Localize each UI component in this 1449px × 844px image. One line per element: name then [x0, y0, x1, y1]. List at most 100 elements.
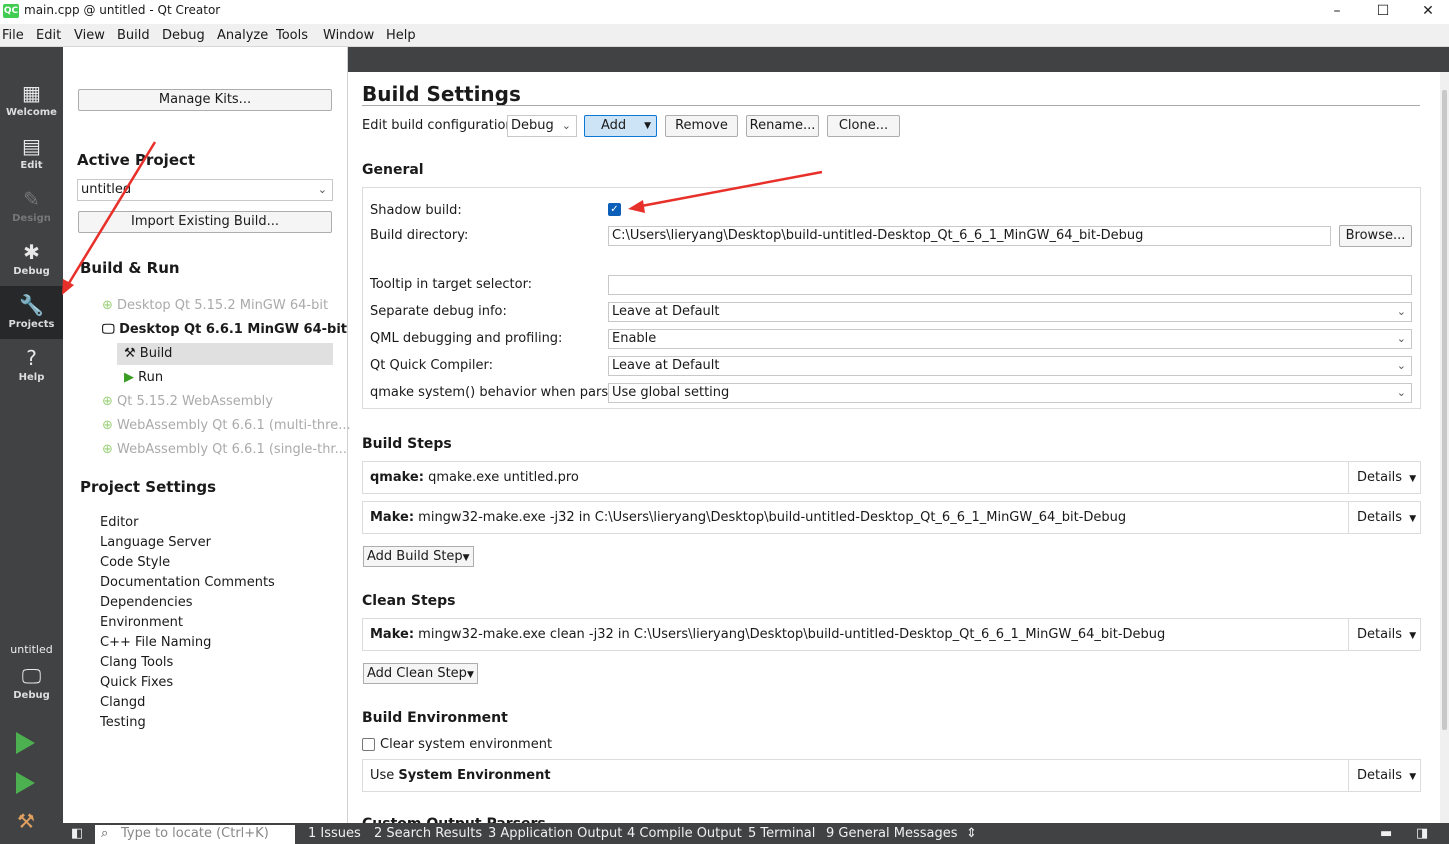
mode-help[interactable]: ? Help	[0, 339, 63, 392]
pane-compile-output[interactable]: 4 Compile Output	[627, 826, 742, 841]
dropdown-arrow-icon: ▼	[462, 553, 470, 563]
debug-run-icon[interactable]	[16, 772, 35, 794]
env-details-button[interactable]: Details ▼	[1348, 760, 1420, 791]
settings-item-quick-fixes[interactable]: Quick Fixes	[100, 675, 173, 690]
rename-config-button[interactable]: Rename...	[746, 115, 819, 137]
use-env-row[interactable]: Use System Environment Details ▼	[362, 759, 1421, 792]
add-clean-step-button[interactable]: Add Clean Step▼	[363, 663, 478, 684]
mode-design[interactable]: ✎ Design	[0, 180, 63, 233]
add-clean-step-label: Add Clean Step	[367, 666, 467, 681]
dropdown-arrow-icon: ▼	[644, 121, 651, 131]
active-project-combo[interactable]: untitled ⌄	[77, 179, 333, 201]
pane-search-results[interactable]: 2 Search Results	[374, 826, 482, 841]
clean-step-details-button[interactable]: Details ▼	[1348, 619, 1420, 650]
manage-kits-button[interactable]: Manage Kits...	[78, 89, 332, 111]
pane-general-messages[interactable]: 9 General Messages	[826, 826, 958, 841]
settings-item-editor[interactable]: Editor	[100, 515, 138, 530]
build-steps-heading: Build Steps	[362, 436, 452, 452]
kit-build-item[interactable]: ⚒ Build	[124, 346, 172, 361]
remove-config-button[interactable]: Remove	[665, 115, 738, 137]
add-config-button[interactable]: Add ▼	[584, 115, 657, 137]
toggle-right-sidebar-icon[interactable]: ◨	[1416, 826, 1428, 841]
clean-step-row[interactable]: Make: mingw32-make.exe clean -j32 in C:\…	[362, 618, 1421, 651]
kit-selector[interactable]: 🖵 Debug	[0, 657, 63, 710]
menu-window[interactable]: Window	[323, 28, 374, 43]
quick-compiler-combo[interactable]: Leave at Default ⌄	[608, 356, 1412, 376]
mode-design-label: Design	[12, 213, 51, 224]
settings-item-language-server[interactable]: Language Server	[100, 535, 211, 550]
locator-input[interactable]: ⌕ Type to locate (Ctrl+K)	[95, 825, 295, 844]
tooltip-selector-field[interactable]	[608, 275, 1412, 295]
scrollbar-thumb[interactable]	[1442, 90, 1447, 730]
build-hammer-icon[interactable]: ⚒	[14, 809, 38, 833]
settings-item-code-style[interactable]: Code Style	[100, 555, 170, 570]
menu-debug[interactable]: Debug	[162, 28, 205, 43]
menu-edit[interactable]: Edit	[36, 28, 61, 43]
kit-item[interactable]: ⊕ WebAssembly Qt 6.6.1 (single-thr...	[102, 442, 347, 457]
kit-item[interactable]: ⊕ Desktop Qt 5.15.2 MinGW 64-bit	[102, 298, 328, 313]
separate-debug-combo[interactable]: Leave at Default ⌄	[608, 302, 1412, 322]
menu-tools[interactable]: Tools	[276, 28, 308, 43]
use-env-prefix: Use	[370, 768, 399, 783]
menu-view[interactable]: View	[74, 28, 105, 43]
mode-debug[interactable]: ✱ Debug	[0, 233, 63, 286]
shadow-build-checkbox[interactable]: ✓	[608, 203, 621, 216]
kit-item[interactable]: ⊕ WebAssembly Qt 6.6.1 (multi-thre...	[102, 418, 351, 433]
title-divider	[362, 105, 1420, 106]
mode-edit[interactable]: ▤ Edit	[0, 127, 63, 180]
question-icon: ?	[26, 346, 37, 370]
edit-build-config-label: Edit build configuration:	[362, 118, 519, 133]
build-config-combo[interactable]: Debug ⌄	[507, 115, 577, 137]
pane-terminal[interactable]: 5 Terminal	[748, 826, 815, 841]
settings-item-environment[interactable]: Environment	[100, 615, 183, 630]
active-project-heading: Active Project	[77, 151, 196, 169]
settings-item-clang-tools[interactable]: Clang Tools	[100, 655, 173, 670]
kit-run-item[interactable]: ▶ Run	[124, 370, 163, 385]
pane-application-output[interactable]: 3 Application Output	[488, 826, 622, 841]
build-directory-field[interactable]: C:\Users\lieryang\Desktop\build-untitled…	[608, 226, 1331, 246]
add-build-step-label: Add Build Step	[367, 549, 463, 564]
kit-item-active[interactable]: 🖵 Desktop Qt 6.6.1 MinGW 64-bit	[102, 322, 347, 337]
mode-welcome[interactable]: ▦ Welcome	[0, 74, 63, 127]
minimize-button[interactable]: –	[1314, 0, 1360, 24]
clone-config-button[interactable]: Clone...	[827, 115, 900, 137]
settings-item-dependencies[interactable]: Dependencies	[100, 595, 193, 610]
import-existing-build-button[interactable]: Import Existing Build...	[78, 211, 332, 233]
output-pane-icon[interactable]: ▬	[1380, 826, 1392, 841]
menu-help[interactable]: Help	[386, 28, 416, 43]
kit-item-label: Desktop Qt 6.6.1 MinGW 64-bit	[119, 322, 348, 337]
clear-env-checkbox[interactable]	[362, 738, 375, 751]
build-directory-label: Build directory:	[370, 228, 469, 243]
qmake-step-details-button[interactable]: Details ▼	[1348, 462, 1420, 493]
make-step-text: Make: mingw32-make.exe -j32 in C:\Users\…	[370, 510, 1126, 525]
settings-item-testing[interactable]: Testing	[100, 715, 146, 730]
qmake-system-combo[interactable]: Use global setting ⌄	[608, 383, 1412, 403]
mode-bar: ▦ Welcome ▤ Edit ✎ Design ✱ Debug 🔧 Proj…	[0, 47, 63, 844]
pane-issues[interactable]: 1 Issues	[308, 826, 361, 841]
wrench-icon: 🔧	[19, 293, 44, 317]
mode-projects[interactable]: 🔧 Projects	[0, 286, 63, 339]
menu-analyze[interactable]: Analyze	[217, 28, 268, 43]
menu-file[interactable]: File	[2, 28, 24, 43]
toggle-sidebar-icon[interactable]: ◧	[71, 826, 83, 841]
make-step-details-button[interactable]: Details ▼	[1348, 502, 1420, 533]
qmake-step-row[interactable]: qmake: qmake.exe untitled.pro Details ▼	[362, 461, 1421, 494]
dropdown-arrow-icon: ▼	[1409, 474, 1417, 484]
menu-build[interactable]: Build	[117, 28, 150, 43]
mode-welcome-label: Welcome	[6, 107, 57, 118]
kit-item[interactable]: ⊕ Qt 5.15.2 WebAssembly	[102, 394, 273, 409]
qml-debugging-combo[interactable]: Enable ⌄	[608, 329, 1412, 349]
add-build-step-button[interactable]: Add Build Step▼	[363, 546, 474, 567]
browse-button[interactable]: Browse...	[1339, 225, 1412, 247]
more-panes-icon[interactable]: ⇕	[966, 826, 977, 841]
make-step-row[interactable]: Make: mingw32-make.exe -j32 in C:\Users\…	[362, 501, 1421, 534]
mode-projects-label: Projects	[8, 319, 55, 330]
window-title: main.cpp @ untitled - Qt Creator	[24, 3, 221, 17]
close-button[interactable]: ✕	[1405, 0, 1449, 24]
qt-creator-logo-icon: QC	[3, 4, 19, 18]
run-icon[interactable]	[16, 732, 35, 754]
settings-item-cpp-file-naming[interactable]: C++ File Naming	[100, 635, 211, 650]
settings-item-documentation-comments[interactable]: Documentation Comments	[100, 575, 275, 590]
settings-item-clangd[interactable]: Clangd	[100, 695, 145, 710]
maximize-button[interactable]: ☐	[1360, 0, 1406, 24]
